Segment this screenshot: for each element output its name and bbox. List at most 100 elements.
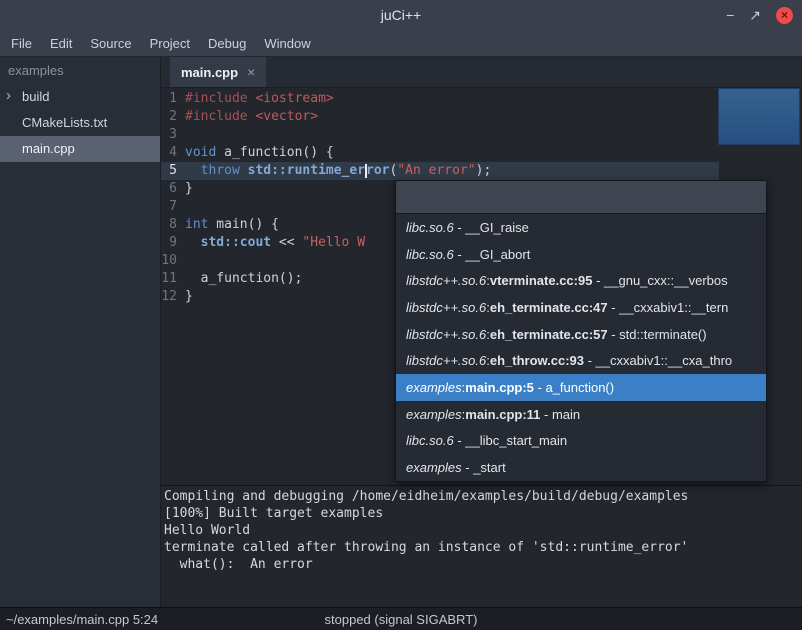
- menu-debug[interactable]: Debug: [199, 36, 255, 51]
- tab-close-icon[interactable]: ×: [247, 64, 255, 80]
- tree-item-label: CMakeLists.txt: [22, 115, 107, 130]
- frame-text: - _start: [462, 460, 506, 475]
- app-window: juCi++ − ↗ × FileEditSourceProjectDebugW…: [0, 0, 802, 630]
- tree-item-label: main.cpp: [22, 141, 75, 156]
- tree-item-main-cpp[interactable]: main.cpp: [0, 136, 160, 162]
- code-text: std::cout << "Hello W: [185, 234, 365, 252]
- frame-text: - main: [540, 407, 580, 422]
- code-line-5[interactable]: 5 throw std::runtime_error("An error");: [161, 162, 802, 180]
- code-token: throw: [201, 163, 240, 178]
- frame-text: - __libc_start_main: [454, 433, 567, 448]
- code-token: }: [185, 181, 193, 196]
- file-tree-items: › build CMakeLists.txt main.cpp: [0, 84, 160, 162]
- tab-label: main.cpp: [181, 65, 238, 80]
- menu-source[interactable]: Source: [81, 36, 140, 51]
- code-text: a_function();: [185, 270, 302, 288]
- frame-text: - __gnu_cxx::__verbos: [592, 273, 727, 288]
- chevron-right-icon: ›: [6, 83, 11, 109]
- output-line: what(): An error: [164, 556, 802, 573]
- code-token: main() {: [208, 217, 278, 232]
- frame-text: - __GI_abort: [454, 247, 531, 262]
- output-line: Compiling and debugging /home/eidheim/ex…: [164, 488, 802, 505]
- blue-popup: [718, 88, 800, 145]
- frame-text: libc.so.6: [406, 220, 454, 235]
- editor-column: main.cpp × 1#include <iostream>2#include…: [161, 57, 802, 607]
- code-token: "Hello W: [302, 235, 365, 250]
- code-text: throw std::runtime_error("An error");: [185, 162, 491, 180]
- status-debug-state: stopped (signal SIGABRT): [325, 612, 478, 627]
- status-file-position: ~/examples/main.cpp 5:24: [6, 612, 158, 627]
- stack-frame-row[interactable]: libstdc++.so.6:eh_terminate.cc:57 - std:…: [396, 321, 766, 348]
- code-token: <<: [271, 235, 302, 250]
- menu-file[interactable]: File: [2, 36, 41, 51]
- frame-text: libc.so.6: [406, 433, 454, 448]
- frame-text: libstdc++.so.6: [406, 353, 486, 368]
- line-number: 1: [161, 90, 185, 108]
- code-text: #include <iostream>: [185, 90, 334, 108]
- code-text: }: [185, 288, 193, 306]
- frame-text: vterminate.cc:95: [490, 273, 593, 288]
- tab-main-cpp[interactable]: main.cpp ×: [170, 57, 266, 87]
- code-editor[interactable]: 1#include <iostream>2#include <vector>34…: [161, 88, 802, 485]
- window-controls: − ↗ ×: [726, 0, 793, 30]
- frame-text: libstdc++.so.6: [406, 273, 486, 288]
- line-number: 4: [161, 144, 185, 162]
- code-token: a_function();: [185, 271, 302, 286]
- code-text: }: [185, 180, 193, 198]
- stack-frame-row[interactable]: libc.so.6 - __libc_start_main: [396, 428, 766, 455]
- menu-project[interactable]: Project: [141, 36, 199, 51]
- line-number: 6: [161, 180, 185, 198]
- stack-frame-row[interactable]: libstdc++.so.6:eh_terminate.cc:47 - __cx…: [396, 294, 766, 321]
- tabbar: main.cpp ×: [161, 57, 802, 88]
- frame-text: libc.so.6: [406, 247, 454, 262]
- code-token: [185, 163, 201, 178]
- stack-frame-row[interactable]: libc.so.6 - __GI_abort: [396, 241, 766, 268]
- code-token: #include: [185, 91, 255, 106]
- stack-frame-row[interactable]: libc.so.6 - __GI_raise: [396, 214, 766, 241]
- stack-frame-row[interactable]: libstdc++.so.6:vterminate.cc:95 - __gnu_…: [396, 267, 766, 294]
- stack-frame-row[interactable]: examples:main.cpp:5 - a_function(): [396, 374, 766, 401]
- code-token: <iostream>: [255, 91, 333, 106]
- frame-text: main.cpp:5: [465, 380, 534, 395]
- output-line: [100%] Built target examples: [164, 505, 802, 522]
- frame-text: libstdc++.so.6: [406, 327, 486, 342]
- popup-header: [396, 181, 766, 214]
- line-number: 9: [161, 234, 185, 252]
- titlebar[interactable]: juCi++ − ↗ ×: [0, 0, 802, 30]
- code-line-4[interactable]: 4void a_function() {: [161, 144, 802, 162]
- code-token: }: [185, 289, 193, 304]
- code-token: "An error": [397, 163, 475, 178]
- statusbar: ~/examples/main.cpp 5:24 stopped (signal…: [0, 607, 802, 630]
- stack-frame-list: libc.so.6 - __GI_raiselibc.so.6 - __GI_a…: [396, 214, 766, 481]
- code-token: <vector>: [255, 109, 318, 124]
- frame-text: - __cxxabiv1::__tern: [608, 300, 729, 315]
- menubar: FileEditSourceProjectDebugWindow: [0, 30, 802, 57]
- maximize-button[interactable]: ↗: [749, 8, 761, 22]
- tree-item-label: build: [22, 89, 49, 104]
- stack-frame-row[interactable]: examples - _start: [396, 454, 766, 481]
- frame-text: libstdc++.so.6: [406, 300, 486, 315]
- menu-edit[interactable]: Edit: [41, 36, 81, 51]
- frame-text: eh_terminate.cc:57: [490, 327, 608, 342]
- output-line: terminate called after throwing an insta…: [164, 539, 802, 556]
- frame-text: - __GI_raise: [454, 220, 529, 235]
- menu-window[interactable]: Window: [255, 36, 319, 51]
- frame-text: examples: [406, 407, 462, 422]
- tree-item-build[interactable]: › build: [0, 84, 160, 110]
- stack-frame-row[interactable]: libstdc++.so.6:eh_throw.cc:93 - __cxxabi…: [396, 348, 766, 375]
- stack-frame-row[interactable]: examples:main.cpp:11 - main: [396, 401, 766, 428]
- code-line-3[interactable]: 3: [161, 126, 802, 144]
- tree-item-cmakelists-txt[interactable]: CMakeLists.txt: [0, 110, 160, 136]
- code-line-1[interactable]: 1#include <iostream>: [161, 90, 802, 108]
- frame-text: - a_function(): [534, 380, 614, 395]
- code-token: std::runtime_er: [248, 163, 365, 178]
- minimize-button[interactable]: −: [726, 8, 734, 22]
- close-button[interactable]: ×: [776, 7, 793, 24]
- code-text: int main() {: [185, 216, 279, 234]
- output-panel[interactable]: Compiling and debugging /home/eidheim/ex…: [161, 485, 802, 607]
- frame-text: - __cxxabiv1::__cxa_thro: [584, 353, 732, 368]
- code-text: #include <vector>: [185, 108, 318, 126]
- window-title: juCi++: [0, 7, 802, 23]
- frame-text: eh_throw.cc:93: [490, 353, 584, 368]
- code-line-2[interactable]: 2#include <vector>: [161, 108, 802, 126]
